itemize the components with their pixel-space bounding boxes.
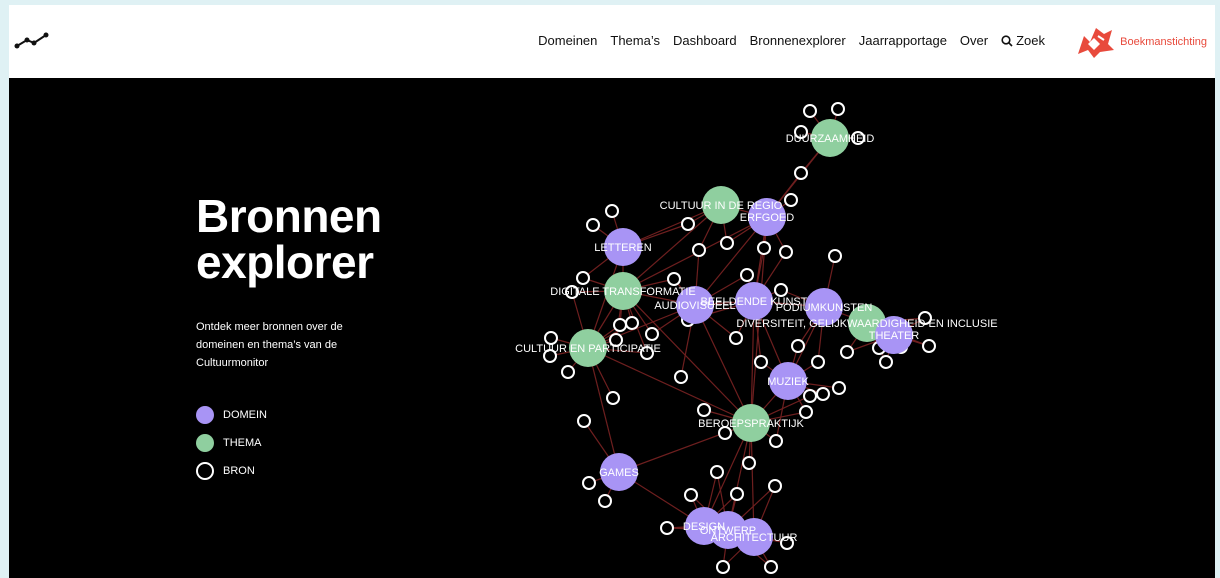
graph-link xyxy=(587,347,620,473)
bron-node[interactable] xyxy=(742,456,756,470)
bron-node[interactable] xyxy=(774,283,788,297)
bron-node[interactable] xyxy=(811,355,825,369)
bron-node[interactable] xyxy=(769,434,783,448)
graph-node-label: LETTEREN xyxy=(594,242,652,254)
bron-node[interactable] xyxy=(803,389,817,403)
graph-node-label: DUURZAAMHEID xyxy=(786,133,875,145)
bron-node[interactable] xyxy=(606,391,620,405)
bron-node[interactable] xyxy=(779,245,793,259)
bron-node[interactable] xyxy=(582,476,596,490)
graph-node-label: DIGITALE TRANSFORMATIE xyxy=(550,286,695,298)
bron-node[interactable] xyxy=(598,494,612,508)
bron-node[interactable] xyxy=(831,102,845,116)
bron-node[interactable] xyxy=(828,249,842,263)
graph-node-label: MUZIEK xyxy=(767,376,809,388)
bron-node[interactable] xyxy=(605,204,619,218)
bron-node[interactable] xyxy=(754,355,768,369)
graph-node-label: ARCHITECTUUR xyxy=(711,532,798,544)
bron-node[interactable] xyxy=(660,521,674,535)
bron-node[interactable] xyxy=(768,479,782,493)
graph-link xyxy=(587,347,752,424)
bron-node[interactable] xyxy=(645,327,659,341)
bron-node[interactable] xyxy=(879,355,893,369)
graph-node-label: THEATER xyxy=(869,330,920,342)
graph-node-label: BEROEPSPRAKTIJK xyxy=(698,418,804,430)
bron-node[interactable] xyxy=(764,560,778,574)
bron-node[interactable] xyxy=(667,272,681,286)
bron-node[interactable] xyxy=(577,414,591,428)
bron-node[interactable] xyxy=(561,365,575,379)
graph-node-label: GAMES xyxy=(599,467,639,479)
bron-node[interactable] xyxy=(674,370,688,384)
graph-node-label: ERFGOED xyxy=(740,212,794,224)
bron-node[interactable] xyxy=(794,166,808,180)
graph-node-label: CULTUUR IN DE REGIO xyxy=(660,200,783,212)
page: Domeinen Thema’s Dashboard Bronnenexplor… xyxy=(9,5,1215,578)
bron-node[interactable] xyxy=(613,318,627,332)
bron-node[interactable] xyxy=(684,488,698,502)
graph-node-label: DIVERSITEIT, GELIJKWAARDIGHEID EN INCLUS… xyxy=(736,318,997,330)
bron-node[interactable] xyxy=(697,403,711,417)
bron-node[interactable] xyxy=(576,271,590,285)
bron-node[interactable] xyxy=(716,560,730,574)
bron-node[interactable] xyxy=(681,217,695,231)
bron-node[interactable] xyxy=(784,193,798,207)
graph-node-label: PODIUMKUNSTEN xyxy=(776,302,873,314)
bron-node[interactable] xyxy=(692,243,706,257)
graph-main-nodes: DUURZAAMHEID CULTUUR IN DE REGIOERFGOED LE… xyxy=(515,119,998,556)
bron-node[interactable] xyxy=(625,316,639,330)
bron-node[interactable] xyxy=(740,268,754,282)
bron-node[interactable] xyxy=(922,339,936,353)
bron-node[interactable] xyxy=(832,381,846,395)
bron-node[interactable] xyxy=(729,331,743,345)
bron-node[interactable] xyxy=(730,487,744,501)
bron-node[interactable] xyxy=(757,241,771,255)
network-graph[interactable]: DUURZAAMHEID CULTUUR IN DE REGIOERFGOED LE… xyxy=(9,5,1215,578)
bron-node[interactable] xyxy=(720,236,734,250)
graph-node-label: CULTUUR EN PARTICIPATIE xyxy=(515,343,661,355)
bron-node[interactable] xyxy=(816,387,830,401)
bron-node[interactable] xyxy=(586,218,600,232)
bron-node[interactable] xyxy=(799,405,813,419)
bron-node[interactable] xyxy=(710,465,724,479)
bron-node[interactable] xyxy=(791,339,805,353)
bron-node[interactable] xyxy=(803,104,817,118)
bron-node[interactable] xyxy=(840,345,854,359)
